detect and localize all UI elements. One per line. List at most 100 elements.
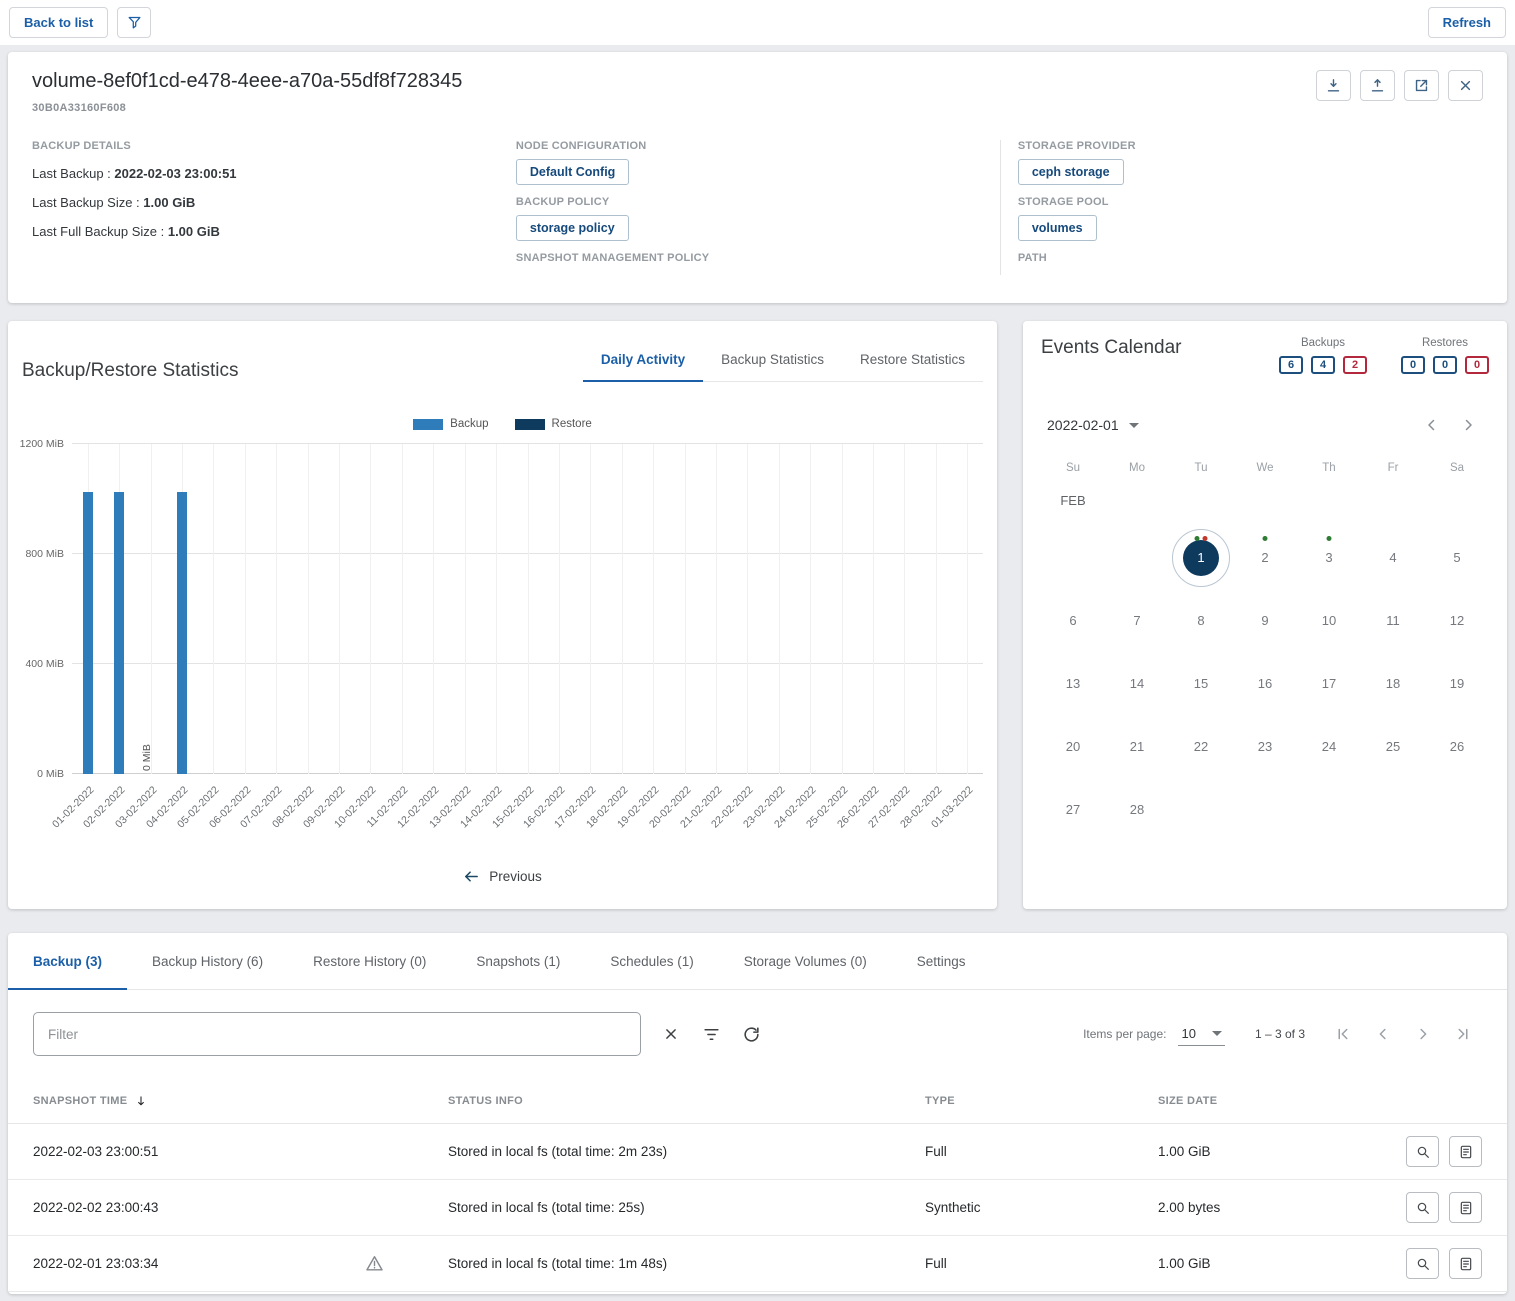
storage-provider-chip[interactable]: ceph storage (1018, 159, 1124, 185)
calendar-day[interactable]: 11 (1361, 589, 1425, 652)
backup-details-section: BACKUP DETAILS Last Backup : 2022-02-03 … (32, 140, 516, 275)
calendar-day[interactable]: 14 (1105, 652, 1169, 715)
day-number: 13 (1066, 676, 1080, 691)
tab-storage-volumes-0[interactable]: Storage Volumes (0) (719, 933, 892, 989)
restore-button[interactable] (1360, 70, 1395, 101)
tab-backup-3[interactable]: Backup (3) (8, 933, 127, 989)
calendar-day[interactable]: 15 (1169, 652, 1233, 715)
volume-detail-card: volume-8ef0f1cd-e478-4eee-a70a-55df8f728… (8, 52, 1507, 303)
gridline (402, 444, 403, 774)
day-of-week-label: Mo (1105, 462, 1169, 474)
column-filter-button[interactable] (693, 1016, 729, 1052)
tab-snapshots-1[interactable]: Snapshots (1) (451, 933, 585, 989)
next-page-button[interactable] (1403, 1014, 1443, 1054)
backup-size: 2.00 bytes (1158, 1200, 1398, 1215)
calendar-week-row: 2728 (1041, 778, 1489, 841)
filter-button[interactable] (117, 7, 151, 38)
calendar-prev-button[interactable] (1417, 410, 1447, 440)
calendar-day[interactable]: 10 (1297, 589, 1361, 652)
tab-daily-activity[interactable]: Daily Activity (583, 337, 703, 381)
calendar-day[interactable]: 6 (1041, 589, 1105, 652)
detail-value: 1.00 GiB (143, 195, 195, 210)
backups-count-0: 6 (1279, 356, 1303, 374)
tab-backup-history-6[interactable]: Backup History (6) (127, 933, 288, 989)
calendar-day[interactable]: 25 (1361, 715, 1425, 778)
preview-button[interactable] (1406, 1248, 1439, 1279)
calendar-day[interactable]: 5 (1425, 526, 1489, 589)
calendar-day[interactable]: 26 (1425, 715, 1489, 778)
tab-schedules-1[interactable]: Schedules (1) (585, 933, 718, 989)
calendar-next-button[interactable] (1453, 410, 1483, 440)
column-header-type[interactable]: TYPE (925, 1095, 1158, 1107)
backups-counter-label: Backups (1279, 337, 1367, 349)
calendar-day[interactable]: 20 (1041, 715, 1105, 778)
page-title: volume-8ef0f1cd-e478-4eee-a70a-55df8f728… (32, 70, 462, 93)
export-button[interactable] (1404, 70, 1439, 101)
column-header-size-date[interactable]: SIZE DATE (1158, 1095, 1398, 1107)
prev-page-button[interactable] (1363, 1014, 1403, 1054)
download-button[interactable] (1316, 70, 1351, 101)
calendar-day[interactable]: 24 (1297, 715, 1361, 778)
warning-icon (365, 1254, 384, 1273)
backup-type: Full (925, 1256, 1158, 1271)
tab-backup-statistics[interactable]: Backup Statistics (703, 337, 842, 381)
back-to-list-button[interactable]: Back to list (9, 7, 108, 38)
calendar-day[interactable]: 4 (1361, 526, 1425, 589)
filter-input[interactable] (48, 1027, 626, 1042)
day-number: 26 (1450, 739, 1464, 754)
calendar-day[interactable]: 1 (1169, 526, 1233, 589)
y-axis-tick: 0 MiB (37, 768, 64, 780)
calendar-day[interactable]: 22 (1169, 715, 1233, 778)
column-header-snapshot-time[interactable]: SNAPSHOT TIME (33, 1094, 448, 1108)
calendar-day[interactable]: 2 (1233, 526, 1297, 589)
calendar-day[interactable]: 17 (1297, 652, 1361, 715)
day-of-week-label: Fr (1361, 462, 1425, 474)
calendar-day[interactable]: 3 (1297, 526, 1361, 589)
first-page-button[interactable] (1323, 1014, 1363, 1054)
table-row[interactable]: 2022-02-03 23:00:51Stored in local fs (t… (8, 1124, 1507, 1180)
tab-restore-statistics[interactable]: Restore Statistics (842, 337, 983, 381)
last-page-button[interactable] (1443, 1014, 1483, 1054)
report-button[interactable] (1449, 1248, 1482, 1279)
calendar-day[interactable]: 19 (1425, 652, 1489, 715)
arrow-left-icon (463, 868, 480, 885)
node-configuration-chip[interactable]: Default Config (516, 159, 629, 185)
report-button[interactable] (1449, 1192, 1482, 1223)
backup-policy-chip[interactable]: storage policy (516, 215, 629, 241)
calendar-date-select[interactable]: 2022-02-01 (1047, 417, 1139, 433)
previous-period-button[interactable]: Previous (8, 858, 997, 909)
backup-policy-label: BACKUP POLICY (516, 196, 1000, 208)
calendar-day[interactable]: 16 (1233, 652, 1297, 715)
column-header-status-info[interactable]: STATUS INFO (448, 1095, 925, 1107)
table-row[interactable]: 2022-02-01 23:03:34Stored in local fs (t… (8, 1236, 1507, 1292)
filter-field[interactable] (33, 1012, 641, 1056)
calendar-day[interactable]: 23 (1233, 715, 1297, 778)
y-axis-tick: 800 MiB (25, 548, 64, 560)
tab-restore-history-0[interactable]: Restore History (0) (288, 933, 451, 989)
calendar-day[interactable]: 27 (1041, 778, 1105, 841)
tab-settings[interactable]: Settings (892, 933, 991, 989)
calendar-day[interactable]: 18 (1361, 652, 1425, 715)
topbar: Back to list Refresh (0, 0, 1515, 45)
first-page-icon (1334, 1025, 1352, 1043)
table-row[interactable]: 2022-02-02 23:00:43Stored in local fs (t… (8, 1180, 1507, 1236)
report-button[interactable] (1449, 1136, 1482, 1167)
calendar-day[interactable]: 12 (1425, 589, 1489, 652)
storage-pool-chip[interactable]: volumes (1018, 215, 1097, 241)
close-button[interactable] (1448, 70, 1483, 101)
reload-table-button[interactable] (733, 1016, 769, 1052)
calendar-day[interactable]: 21 (1105, 715, 1169, 778)
gridline (622, 444, 623, 774)
calendar-day[interactable]: 7 (1105, 589, 1169, 652)
calendar-day[interactable]: 8 (1169, 589, 1233, 652)
calendar-day[interactable]: 28 (1105, 778, 1169, 841)
refresh-button[interactable]: Refresh (1428, 7, 1506, 38)
backups-count-1: 4 (1311, 356, 1335, 374)
page-size-select[interactable]: 10 (1178, 1022, 1224, 1046)
clear-filter-button[interactable] (653, 1016, 689, 1052)
calendar-day[interactable]: 9 (1233, 589, 1297, 652)
gridline (339, 444, 340, 774)
calendar-day[interactable]: 13 (1041, 652, 1105, 715)
preview-button[interactable] (1406, 1192, 1439, 1223)
preview-button[interactable] (1406, 1136, 1439, 1167)
